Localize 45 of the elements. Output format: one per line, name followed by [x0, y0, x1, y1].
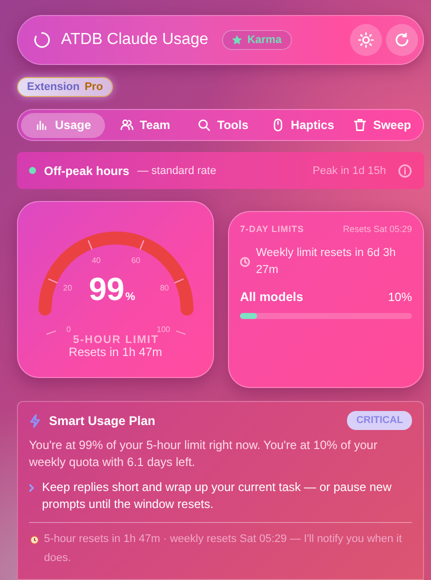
lightning-icon: [29, 414, 41, 428]
plan-tip: Keep replies short and wrap up your current task — or pause new prompts until the window resets.: [42, 479, 393, 513]
refresh-icon: [394, 32, 410, 48]
weekly-reset-note: Weekly limit resets in 6d 3h 27m: [256, 246, 397, 278]
rate-note: — standard rate: [137, 164, 216, 176]
karma-badge: Karma: [222, 30, 292, 50]
gauge-tick-label: 40: [92, 256, 101, 265]
chart-icon: [35, 118, 49, 132]
refresh-button[interactable]: [386, 24, 418, 56]
plan-title: Smart Usage Plan: [49, 414, 156, 428]
gauge-tick-label: 0: [66, 325, 71, 334]
plan-summary: You're at 99% of your 5-hour limit right now. You're at 10% of your weekly quota with 6.1 days left.: [29, 437, 378, 471]
usage-percent: 99%: [88, 271, 136, 307]
tier-label: Pro: [84, 81, 103, 93]
peak-status-label: Off-peak hours: [44, 164, 130, 178]
weekly-reset-time: Resets Sat 05:29: [342, 224, 412, 234]
app-title: ATDB Claude Usage: [61, 31, 208, 49]
tab[interactable]: Usage: [21, 112, 106, 138]
gauge-tick-label: 100: [156, 325, 170, 334]
tab[interactable]: Sweep: [344, 112, 420, 138]
search-icon: [197, 118, 212, 132]
alarm-clock-icon: [29, 534, 40, 545]
people-icon: [120, 118, 134, 132]
peak-countdown: Peak in 1d 15h: [312, 164, 386, 176]
tab[interactable]: Team: [107, 112, 183, 138]
gauge-tick-label: 60: [131, 256, 140, 265]
clock-icon: [240, 257, 250, 267]
limits-title: 7-DAY LIMITS: [240, 224, 304, 234]
gauge-tick-label: 20: [63, 283, 72, 292]
theme-button[interactable]: [350, 24, 382, 56]
usage-reading: 10%: [388, 290, 412, 304]
info-icon: [398, 164, 412, 178]
loading-spinner-icon: [33, 31, 51, 49]
model-name: All models: [240, 290, 304, 304]
edition-label: Extension: [27, 81, 80, 93]
reset-time: Resets in 1h 47m: [68, 345, 162, 359]
gauge-label: 5-HOUR LIMIT: [73, 334, 159, 345]
trash-icon: [353, 118, 368, 132]
chevron-icon: [29, 484, 34, 492]
plan-footer: 5-hour resets in 1h 47m · weekly resets Sat 05:29 — I'll notify you when it does.: [44, 530, 412, 568]
tab[interactable]: Tools: [184, 112, 261, 138]
sun-icon: [358, 32, 374, 48]
tab[interactable]: Haptics: [262, 112, 342, 138]
gauge-tick-label: 80: [160, 283, 169, 292]
severity-badge: CRITICAL: [347, 411, 412, 430]
